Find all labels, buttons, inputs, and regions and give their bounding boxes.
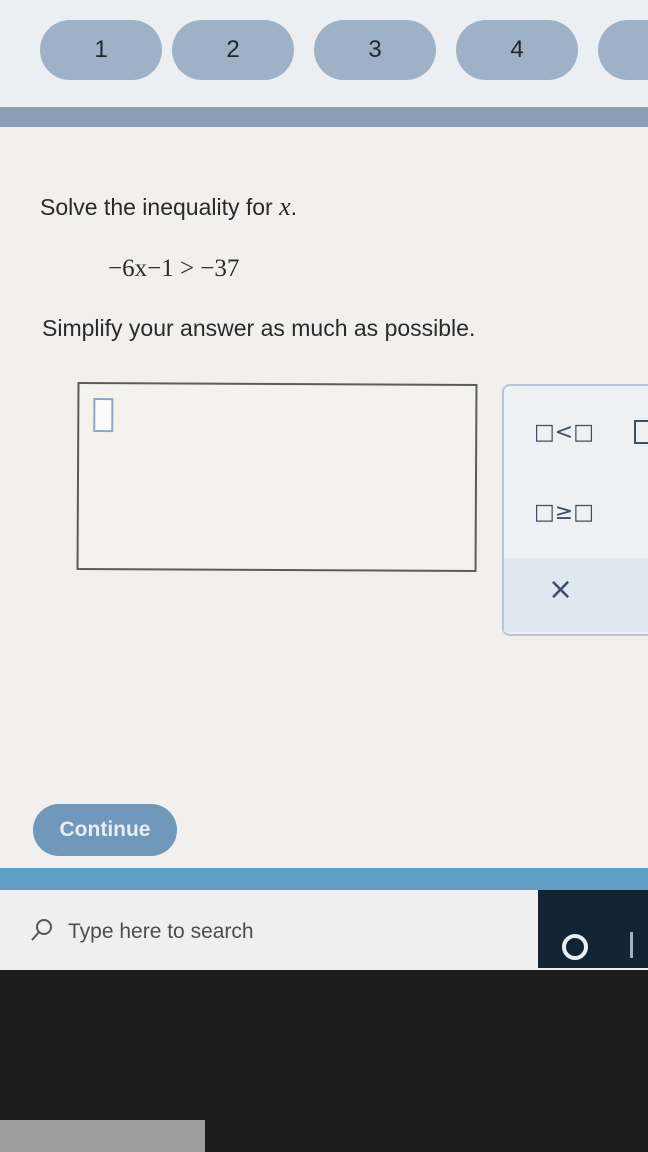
question-prefix: Solve the inequality for bbox=[40, 194, 280, 220]
screen: 1 2 3 4 Solve the inequality for x. −6x−… bbox=[0, 0, 648, 970]
windows-search-bar[interactable]: Type here to search bbox=[0, 890, 538, 968]
taskbar-top-stripe bbox=[0, 868, 648, 890]
search-icon bbox=[31, 919, 52, 941]
instruction-text: Simplify your answer as much as possible… bbox=[42, 315, 476, 341]
clear-icon[interactable]: × bbox=[548, 572, 573, 607]
task-view-icon[interactable] bbox=[630, 932, 643, 958]
taskbar-right bbox=[538, 890, 648, 968]
step-5-button[interactable] bbox=[598, 20, 648, 80]
inequality-expression: −6x−1 > −37 bbox=[108, 255, 240, 282]
question-variable: x bbox=[279, 192, 291, 221]
header-divider bbox=[0, 107, 648, 127]
monitor-bezel-strip bbox=[0, 1120, 205, 1152]
step-2-button[interactable]: 2 bbox=[172, 20, 294, 80]
math-symbol-palette: □<□ □≥□ × bbox=[502, 384, 648, 636]
continue-button[interactable]: Continue bbox=[33, 804, 177, 856]
answer-input[interactable] bbox=[76, 381, 478, 573]
palette-clear-row: × bbox=[504, 558, 648, 632]
search-input[interactable]: Type here to search bbox=[68, 920, 254, 944]
progress-steps: 1 2 3 4 bbox=[0, 0, 648, 105]
greater-equal-button[interactable]: □≥□ bbox=[534, 500, 594, 525]
less-than-button[interactable]: □<□ bbox=[534, 420, 594, 445]
question-text: Solve the inequality for x. bbox=[40, 192, 297, 222]
step-4-button[interactable]: 4 bbox=[456, 20, 578, 80]
cortana-icon[interactable] bbox=[562, 934, 588, 960]
more-symbols-button[interactable] bbox=[634, 420, 648, 444]
step-3-button[interactable]: 3 bbox=[314, 20, 436, 80]
question-suffix: . bbox=[290, 194, 298, 220]
answer-placeholder-box bbox=[93, 398, 114, 433]
step-1-button[interactable]: 1 bbox=[40, 20, 162, 80]
